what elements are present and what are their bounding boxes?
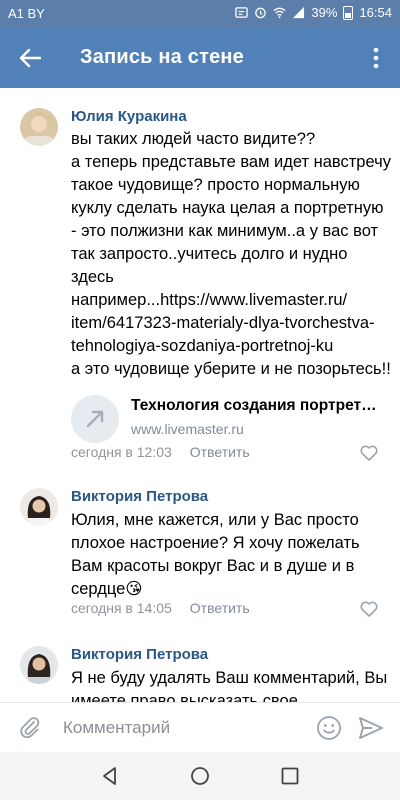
comment-author[interactable]: Виктория Петрова bbox=[71, 488, 208, 505]
avatar[interactable] bbox=[20, 646, 58, 684]
avatar[interactable] bbox=[20, 488, 58, 526]
link-url: www.livemaster.ru bbox=[131, 421, 244, 437]
back-button[interactable] bbox=[14, 42, 46, 74]
more-vertical-icon bbox=[373, 47, 379, 69]
comment-text: Юлия, мне кажется, или у Вас просто плох… bbox=[71, 511, 360, 598]
app-bar: Запись на стене bbox=[0, 28, 400, 88]
comment-item: Юлия Куракина вы таких людей часто видит… bbox=[0, 88, 400, 473]
comment-text: вы таких людей часто видите?? а теперь п… bbox=[71, 130, 391, 378]
like-heart-icon[interactable] bbox=[360, 445, 378, 461]
comment-input[interactable]: Комментарий bbox=[63, 718, 170, 738]
avatar-photo bbox=[20, 488, 58, 526]
nav-recents-icon[interactable] bbox=[280, 766, 300, 786]
link-icon bbox=[71, 395, 119, 443]
comment-item: Виктория Петрова Я не буду удалять Ваш к… bbox=[0, 628, 400, 702]
comment-meta: сегодня в 14:05 Ответить bbox=[71, 600, 250, 616]
page-title: Запись на стене bbox=[80, 46, 245, 68]
avatar-photo bbox=[20, 108, 58, 146]
nav-home-icon[interactable] bbox=[190, 766, 210, 786]
signal-icon bbox=[293, 6, 305, 19]
comment-input-bar: Комментарий bbox=[0, 702, 400, 752]
comment-text: Я не буду удалять Ваш комментарий, Вы им… bbox=[71, 669, 388, 702]
reply-button[interactable]: Ответить bbox=[190, 444, 250, 460]
avatar[interactable] bbox=[20, 108, 58, 146]
nav-back-icon[interactable] bbox=[100, 766, 120, 786]
avatar-photo bbox=[20, 646, 58, 684]
emoji-smile-icon[interactable] bbox=[316, 715, 342, 741]
arrow-left-icon bbox=[19, 48, 41, 68]
carrier-label: A1 BY bbox=[8, 6, 45, 21]
comment-meta: сегодня в 12:03 Ответить bbox=[71, 444, 250, 460]
link-title: Технология создания портрет… bbox=[131, 397, 377, 414]
comment-time: сегодня в 12:03 bbox=[71, 444, 172, 460]
system-nav-bar bbox=[0, 752, 400, 800]
status-icons: 39% 16:54 bbox=[235, 5, 392, 20]
attach-paperclip-icon[interactable] bbox=[18, 716, 42, 740]
battery-percent: 39% bbox=[311, 5, 338, 20]
comment-time: сегодня в 14:05 bbox=[71, 600, 172, 616]
wifi-icon bbox=[273, 7, 286, 19]
comment-author[interactable]: Виктория Петрова bbox=[71, 646, 208, 663]
link-attachment[interactable]: Технология создания портрет… www.livemas… bbox=[71, 395, 391, 447]
reply-button[interactable]: Ответить bbox=[190, 600, 250, 616]
status-bar: A1 BY 39% 16:54 bbox=[0, 0, 400, 28]
comment-author[interactable]: Юлия Куракина bbox=[71, 108, 187, 125]
send-icon[interactable] bbox=[358, 716, 384, 740]
more-button[interactable] bbox=[366, 44, 386, 72]
comment-item: Виктория Петрова Юлия, мне кажется, или … bbox=[0, 473, 400, 628]
clock: 16:54 bbox=[359, 5, 392, 20]
notification-icon bbox=[235, 7, 249, 18]
battery-icon bbox=[343, 5, 354, 20]
alarm-icon bbox=[255, 7, 267, 19]
like-heart-icon[interactable] bbox=[360, 601, 378, 617]
